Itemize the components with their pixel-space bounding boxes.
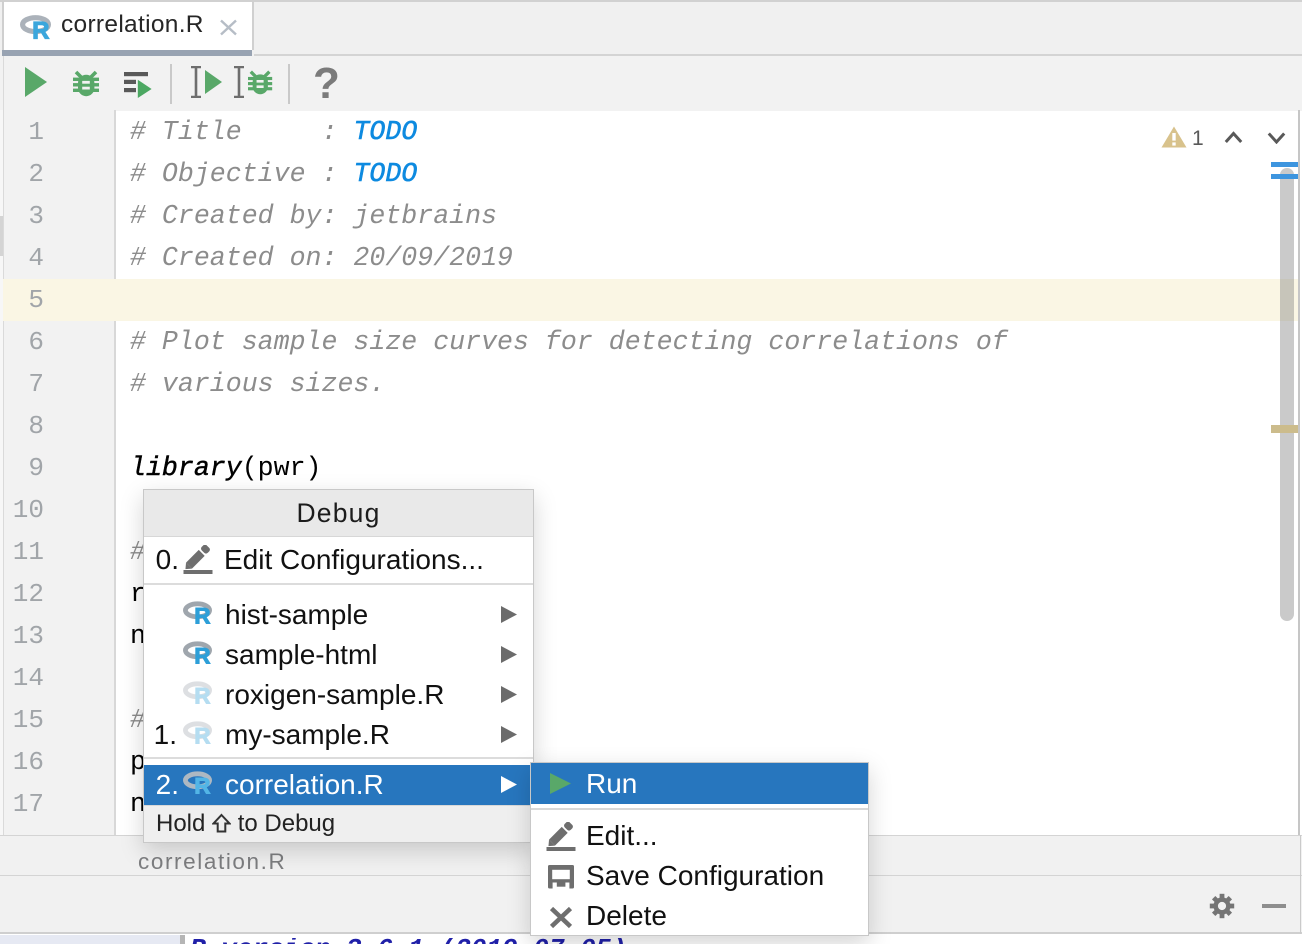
svg-text:R: R: [32, 18, 49, 40]
svg-text:R: R: [194, 773, 210, 795]
